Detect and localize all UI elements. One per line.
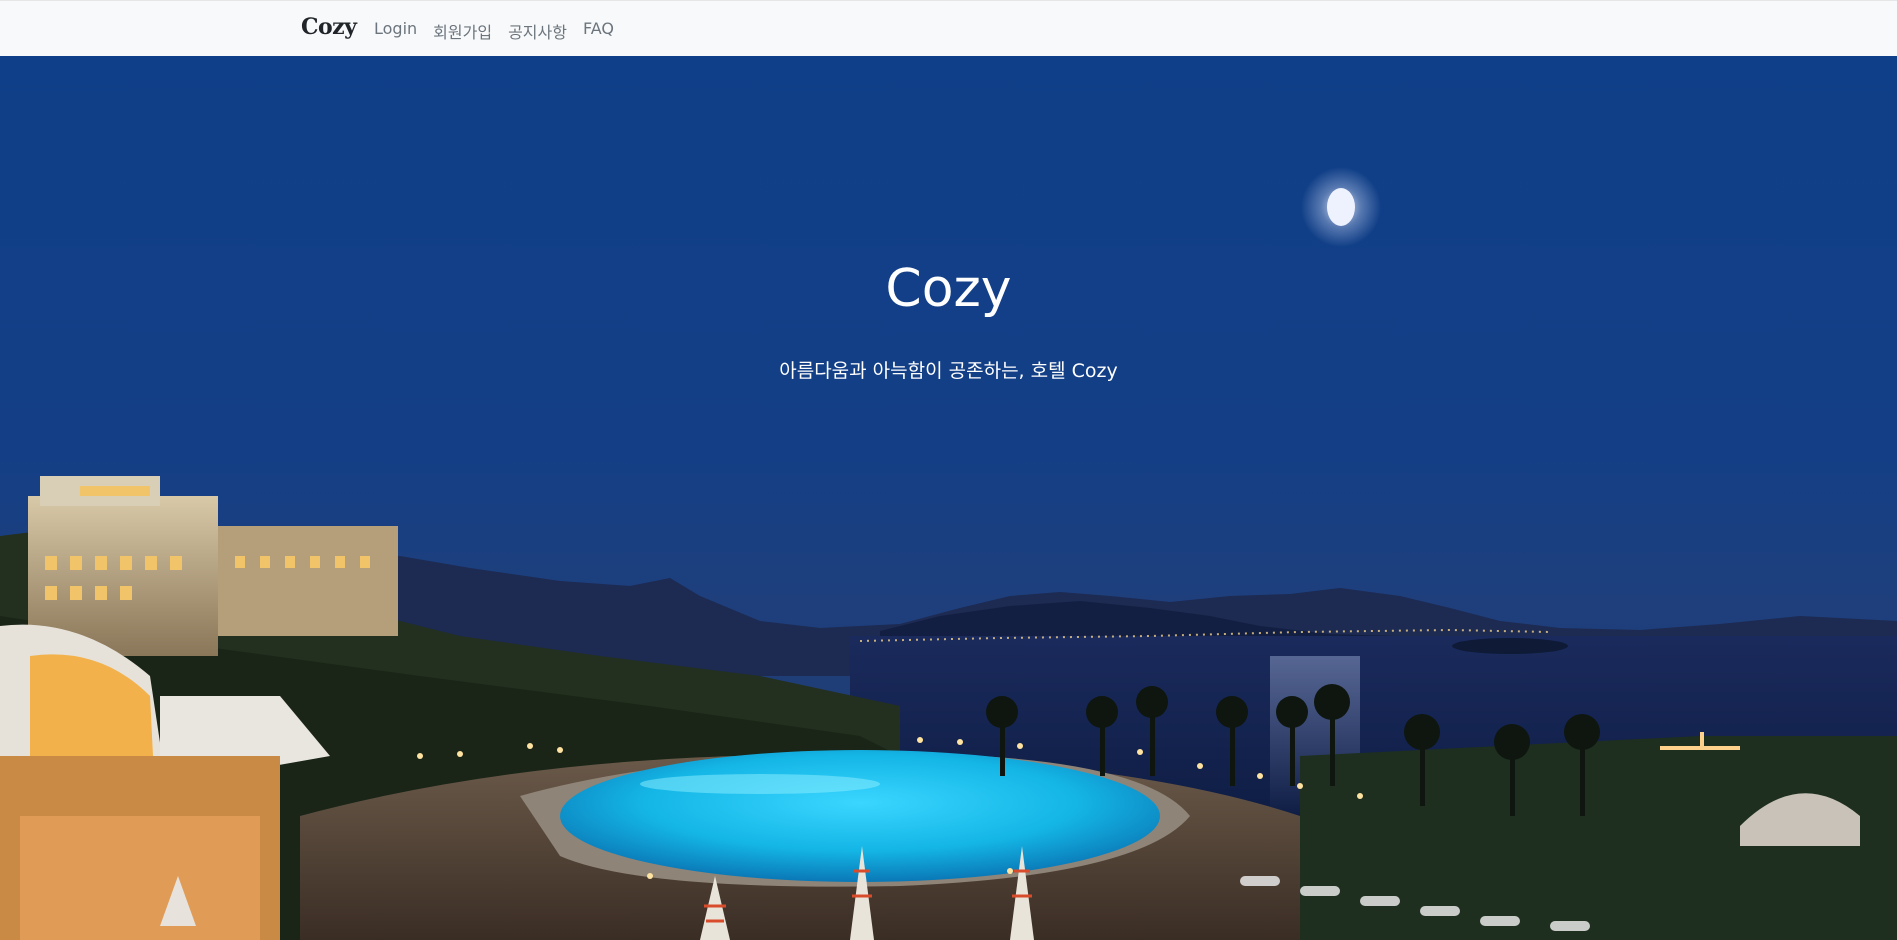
nav-link-login[interactable]: Login [374,19,417,43]
hero-subtitle: 아름다움과 아늑함이 공존하는, 호텔 Cozy [779,360,1118,382]
hero-background-image [0,56,1897,940]
top-navbar: Cozy Login 회원가입 공지사항 FAQ [0,0,1897,56]
nav-link-faq[interactable]: FAQ [583,19,614,43]
nav-links: Login 회원가입 공지사항 FAQ [374,19,630,43]
hero-section: Cozy 아름다움과 아늑함이 공존하는, 호텔 Cozy [0,56,1897,940]
hero-title: Cozy [885,259,1012,319]
nav-link-notice[interactable]: 공지사항 [508,19,567,43]
nav-link-signup[interactable]: 회원가입 [433,19,492,43]
brand-logo[interactable]: Cozy [301,14,357,40]
